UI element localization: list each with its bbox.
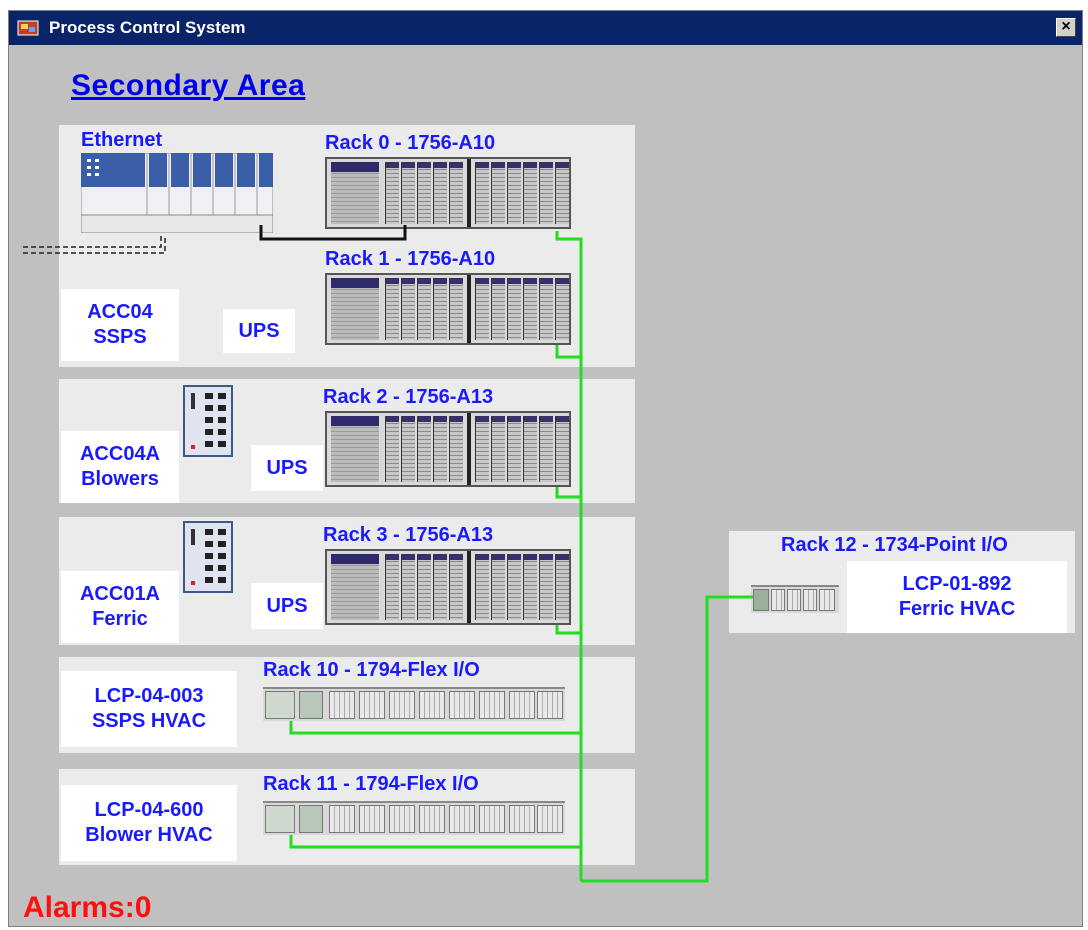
- network-wiring: [23, 225, 753, 883]
- ethernet-uplink-dashed-1: [23, 233, 162, 248]
- trunk-rack0: [555, 231, 583, 881]
- tap-rack3: [555, 625, 581, 635]
- ethernet-uplink-dashed-2: [23, 237, 166, 254]
- link-rack12: [581, 595, 753, 883]
- tap-rack2: [555, 487, 581, 499]
- alarms-counter[interactable]: Alarms:0: [23, 891, 151, 925]
- tap-rack11: [289, 835, 581, 849]
- tap-rack1: [555, 345, 581, 359]
- ethernet-to-rack0-cable: [259, 225, 407, 241]
- process-control-window: Process Control System × Secondary Area …: [8, 10, 1083, 927]
- tap-rack10: [289, 721, 581, 735]
